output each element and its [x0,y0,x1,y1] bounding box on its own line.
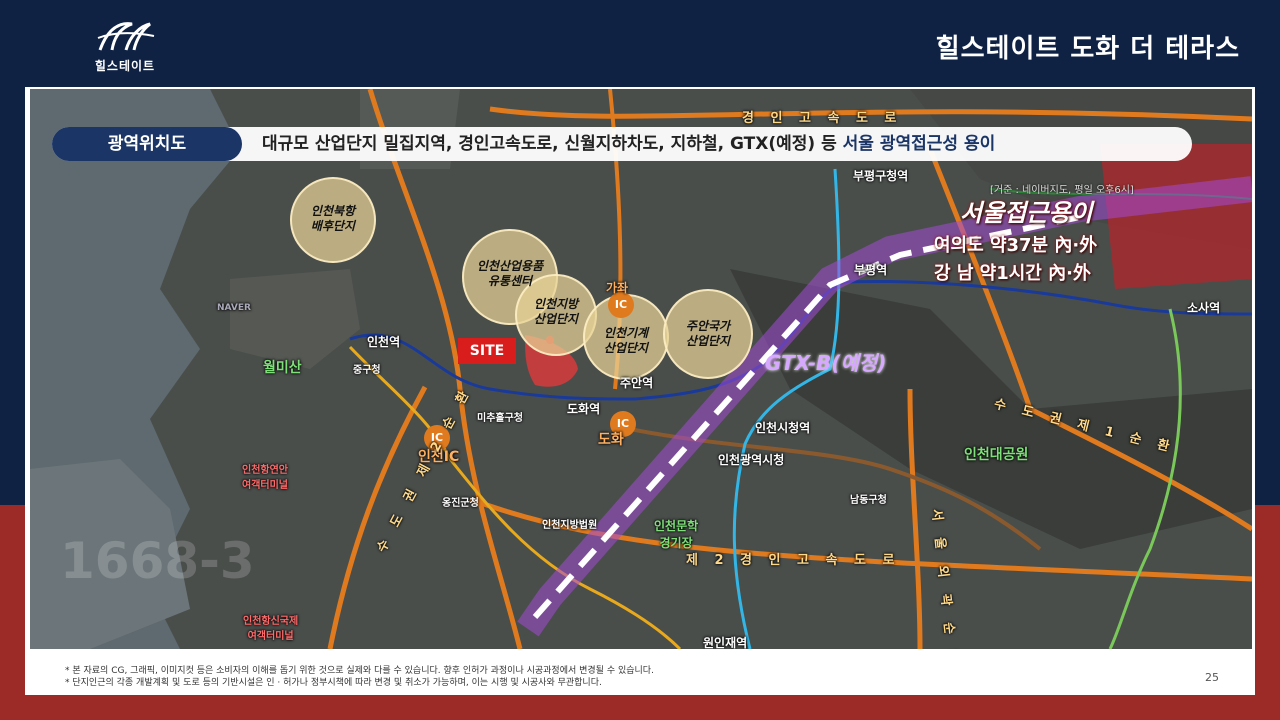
bubble-label-machinery-industrial: 인천기계 산업단지 [603,326,649,355]
station-city-hall: 인천시청역 [755,421,811,435]
bubble-label-juan-national: 주안국가 산업단지 [685,319,731,348]
station-bupyeong-gu: 부평구청역 [853,169,909,183]
slide-panel: 인천북항 배후단지 인천산업용품 유통센터 인천지방 산업단지 인천기계 산업단… [25,87,1255,695]
seoul-access-yeouido: 여의도 약37분 內·外 [934,235,1098,256]
place-grand-park: 인천대공원 [964,447,1029,463]
disclaimer-line-1: * 본 자료의 CG, 그래픽, 이미지컷 등은 소비자의 이해를 돕기 위한 … [65,666,654,676]
place-ongjin: 옹진군청 [442,498,479,509]
page-number: 25 [1205,671,1219,684]
site-marker: SITE [458,338,516,364]
bubble-label-local-industrial: 인천지방 산업단지 [533,297,579,326]
station-bupyeong: 부평역 [854,263,888,277]
area-map: 인천북항 배후단지 인천산업용품 유통센터 인천지방 산업단지 인천기계 산업단… [30,89,1252,649]
place-namdong: 남동구청 [850,495,887,506]
location-heading-highlight: 서울 광역접근성 용이 [842,134,996,154]
seoul-access-gangnam: 강 남 약1시간 內·外 [934,263,1091,284]
station-juan: 주안역 [620,376,654,390]
dohwa-ic-label: 도화 [598,432,624,448]
brand-logo: 힐스테이트 [80,18,170,74]
station-dohwa: 도화역 [567,402,601,416]
bubble-label-distribution-center: 인천산업용품 유통센터 [476,259,544,288]
disclaimer-notes: * 본 자료의 CG, 그래픽, 이미지컷 등은 소비자의 이해를 돕기 위한 … [65,665,654,689]
gajwa-label: 가좌 [606,281,629,295]
place-ferry-terminal-2: 인천항신국제 여객터미널 [243,616,299,642]
place-stadium: 인천문학 경기장 [654,519,699,550]
logo-text: 힐스테이트 [94,59,156,73]
location-heading-desc: 대규모 산업단지 밀집지역, 경인고속도로, 신월지하차도, 지하철, GTX(… [262,127,995,161]
hillstate-logo-icon [97,22,155,51]
road-gyeongin-2: 제 2 경 인 고 속 도 로 [686,553,901,568]
location-heading-bar: 광역위치도 대규모 산업단지 밀집지역, 경인고속도로, 신월지하차도, 지하철… [52,127,1192,161]
gtx-b-label: GTX-B(예정) [765,351,887,375]
page-title: 힐스테이트 도화 더 테라스 [935,34,1240,64]
place-wolmi: 월미산 [263,360,302,376]
location-heading-text: 대규모 산업단지 밀집지역, 경인고속도로, 신월지하차도, 지하철, GTX(… [262,134,837,154]
station-sosa: 소사역 [1187,301,1221,315]
phone-watermark: 1668-3 [60,532,255,590]
road-gyeongin: 경 인 고 속 도 로 [742,111,903,126]
station-metro-city-hall: 인천광역시청 [718,453,785,467]
station-wonin: 원인재역 [703,636,748,649]
place-michuhol: 미추홀구청 [477,413,523,424]
location-heading-pill: 광역위치도 [52,127,242,161]
place-court: 인천지방법원 [542,520,598,531]
map-provider-label: NAVER [217,303,251,313]
disclaimer-line-2: * 단지인근의 각종 개발계획 및 도로 등의 기반시설은 인 · 허가나 정부… [65,678,602,688]
seoul-access-title: 서울접근용이 [960,199,1093,227]
place-jung-gu: 중구청 [353,365,381,376]
station-incheon: 인천역 [367,335,401,349]
bubble-label-north-port: 인천북항 배후단지 [310,204,356,233]
place-ferry-terminal-1: 인천항연안 여객터미널 [242,465,288,491]
